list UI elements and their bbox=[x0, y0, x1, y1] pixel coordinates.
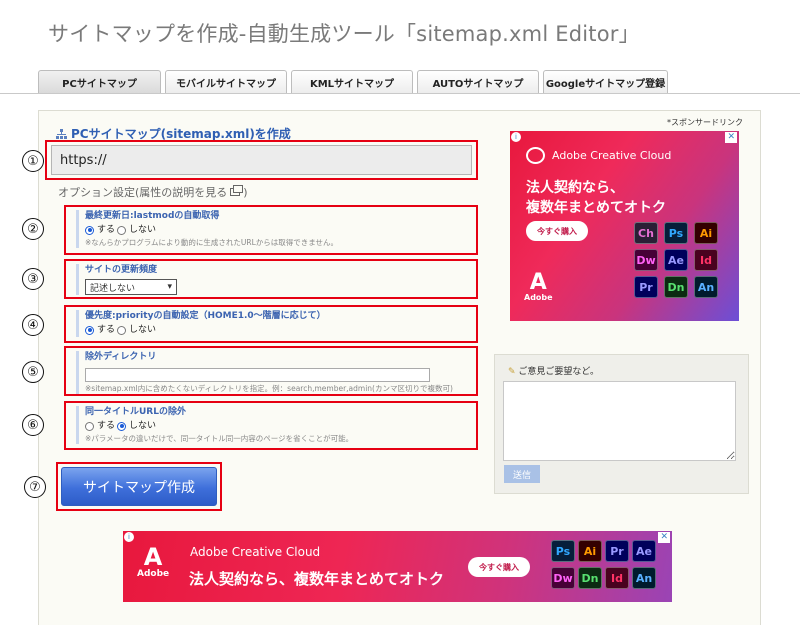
app-ps-icon: Ps bbox=[551, 540, 575, 562]
page-title: サイトマップを作成-自動生成ツール「sitemap.xml Editor」 bbox=[48, 22, 640, 46]
priority-no-label: しない bbox=[129, 325, 157, 335]
feedback-title: ✎ ご意見ご要望など。 bbox=[508, 364, 599, 377]
same-title-title: 同一タイトルURLの除外 bbox=[85, 407, 186, 417]
lastmod-note: ※なんらかプログラムにより動的に生成されたURLからは取得できません。 bbox=[85, 238, 339, 247]
option-priority: 優先度:priorityの自動設定（HOME1.0〜階層に応じて） する しない bbox=[64, 305, 478, 343]
same-title-yes-label: する bbox=[97, 421, 116, 431]
changefreq-selected: 記述しない bbox=[90, 283, 136, 294]
ad-top-copy-line2: 複数年まとめてオトク bbox=[526, 200, 666, 216]
new-window-icon bbox=[230, 185, 244, 196]
tab-mobile-sitemap[interactable]: モバイルサイトマップ bbox=[165, 70, 287, 94]
app-ai-icon: Ai bbox=[694, 222, 718, 244]
priority-yes-radio[interactable] bbox=[85, 325, 94, 335]
lastmod-yes-label: する bbox=[97, 225, 116, 235]
feedback-textarea[interactable] bbox=[503, 381, 736, 461]
option-changefreq: サイトの更新頻度 記述しない ▾ bbox=[64, 259, 478, 299]
app-pr-icon: Pr bbox=[634, 276, 658, 298]
priority-no-radio[interactable] bbox=[117, 325, 127, 335]
exclude-dir-note: ※sitemap.xml内に含めたくないディレクトリを指定。例：search,m… bbox=[85, 384, 453, 393]
ad-top-buy-button[interactable]: 今すぐ購入 bbox=[526, 221, 588, 241]
annotation-1: ① bbox=[22, 150, 44, 172]
feedback-box: ✎ ご意見ご要望など。 送信 bbox=[494, 354, 749, 494]
lastmod-no-radio[interactable] bbox=[117, 225, 127, 235]
app-an-icon: An bbox=[632, 567, 656, 589]
annotation-7: ⑦ bbox=[24, 476, 46, 498]
ad-info-icon[interactable]: i bbox=[511, 132, 521, 142]
app-pr-icon: Pr bbox=[605, 540, 629, 562]
app-an-icon: An bbox=[694, 276, 718, 298]
creative-cloud-logo-icon bbox=[526, 147, 545, 164]
exclude-dir-title: 除外ディレクトリ bbox=[85, 352, 157, 362]
app-dw-icon: Dw bbox=[551, 567, 575, 589]
ad-banner-top[interactable]: i ✕ Adobe Creative Cloud 法人契約なら、 複数年まとめて… bbox=[510, 131, 739, 321]
option-settings-label: オプション設定(属性の説明を見る bbox=[58, 186, 228, 199]
annotation-2: ② bbox=[22, 218, 44, 240]
feedback-send-button[interactable]: 送信 bbox=[504, 465, 540, 483]
adobe-logo: A Adobe bbox=[137, 545, 169, 579]
annotation-3: ③ bbox=[22, 268, 44, 290]
ad-bottom-brand: Adobe Creative Cloud bbox=[190, 545, 321, 559]
changefreq-select[interactable]: 記述しない ▾ bbox=[85, 279, 177, 295]
sponsor-label: *スポンサードリンク bbox=[667, 118, 743, 127]
lastmod-yes-radio[interactable] bbox=[85, 225, 94, 235]
adobe-a-icon: A bbox=[143, 543, 163, 571]
app-dn-icon: Dn bbox=[664, 276, 688, 298]
annotation-4: ④ bbox=[22, 314, 44, 336]
create-button-frame: サイトマップ作成 bbox=[56, 462, 222, 511]
sitemap-icon bbox=[56, 128, 67, 139]
create-sitemap-button[interactable]: サイトマップ作成 bbox=[61, 467, 217, 506]
changefreq-title: サイトの更新頻度 bbox=[85, 265, 158, 275]
lastmod-title: 最終更新日:lastmodの自動取得 bbox=[85, 211, 220, 221]
option-settings-link[interactable]: オプション設定(属性の説明を見る ) bbox=[58, 184, 248, 200]
lastmod-no-label: しない bbox=[129, 225, 157, 235]
ad-bottom-copy: 法人契約なら、複数年まとめてオトク bbox=[189, 570, 445, 588]
tab-pc-sitemap[interactable]: PCサイトマップ bbox=[38, 70, 161, 94]
app-ai-icon: Ai bbox=[578, 540, 602, 562]
url-input[interactable] bbox=[51, 145, 472, 175]
app-ps-icon: Ps bbox=[664, 222, 688, 244]
app-ae-icon: Ae bbox=[664, 249, 688, 271]
same-title-yes-radio[interactable] bbox=[85, 421, 94, 431]
option-same-title: 同一タイトルURLの除外 する しない ※パラメータの違いだけで、同一タイトル同… bbox=[64, 401, 478, 450]
tab-google-sitemap-register[interactable]: Googleサイトマップ登録 bbox=[543, 70, 668, 94]
ad-top-app-grid: Ch Ps Ai Dw Ae Id Pr Dn An bbox=[634, 222, 718, 298]
priority-title: 優先度:priorityの自動設定（HOME1.0〜階層に応じて） bbox=[85, 311, 326, 321]
adobe-a-icon: A bbox=[529, 270, 547, 295]
ad-close-icon[interactable]: ✕ bbox=[658, 532, 670, 543]
tab-divider bbox=[0, 93, 800, 94]
option-exclude-dir: 除外ディレクトリ ※sitemap.xml内に含めたくないディレクトリを指定。例… bbox=[64, 346, 478, 396]
annotation-5: ⑤ bbox=[22, 361, 44, 383]
priority-yes-label: する bbox=[97, 325, 116, 335]
ad-bottom-app-grid: Ps Ai Pr Ae Dw Dn Id An bbox=[551, 540, 656, 589]
tab-kml-sitemap[interactable]: KMLサイトマップ bbox=[291, 70, 413, 94]
same-title-no-label: しない bbox=[129, 421, 157, 431]
same-title-no-radio[interactable] bbox=[117, 421, 127, 431]
app-dn-icon: Dn bbox=[578, 567, 602, 589]
option-lastmod: 最終更新日:lastmodの自動取得 する しない ※なんらかプログラムにより動… bbox=[64, 205, 478, 255]
app-ch-icon: Ch bbox=[634, 222, 658, 244]
ad-close-icon[interactable]: ✕ bbox=[725, 132, 737, 143]
adobe-logo-text: Adobe bbox=[137, 569, 170, 579]
ad-banner-bottom[interactable]: i ✕ A Adobe Adobe Creative Cloud 法人契約なら、… bbox=[123, 531, 672, 602]
app-ae-icon: Ae bbox=[632, 540, 656, 562]
option-settings-close: ) bbox=[243, 185, 248, 199]
app-dw-icon: Dw bbox=[634, 249, 658, 271]
ad-top-copy-line1: 法人契約なら、 bbox=[526, 180, 624, 196]
adobe-logo-text: Adobe bbox=[524, 293, 553, 302]
adobe-logo: A Adobe bbox=[524, 270, 553, 303]
app-id-icon: Id bbox=[605, 567, 629, 589]
pencil-icon: ✎ bbox=[508, 367, 516, 377]
feedback-title-text: ご意見ご要望など。 bbox=[518, 367, 599, 377]
chevron-down-icon: ▾ bbox=[167, 282, 172, 292]
app-id-icon: Id bbox=[694, 249, 718, 271]
ad-info-icon[interactable]: i bbox=[124, 532, 134, 542]
ad-top-brand: Adobe Creative Cloud bbox=[552, 149, 672, 162]
annotation-6: ⑥ bbox=[22, 414, 44, 436]
exclude-dir-input[interactable] bbox=[85, 367, 430, 382]
url-field-frame bbox=[45, 140, 478, 180]
ad-bottom-buy-button[interactable]: 今すぐ購入 bbox=[468, 557, 530, 577]
same-title-note: ※パラメータの違いだけで、同一タイトル同一内容のページを省くことが可能。 bbox=[85, 434, 354, 443]
tab-auto-sitemap[interactable]: AUTOサイトマップ bbox=[417, 70, 539, 94]
